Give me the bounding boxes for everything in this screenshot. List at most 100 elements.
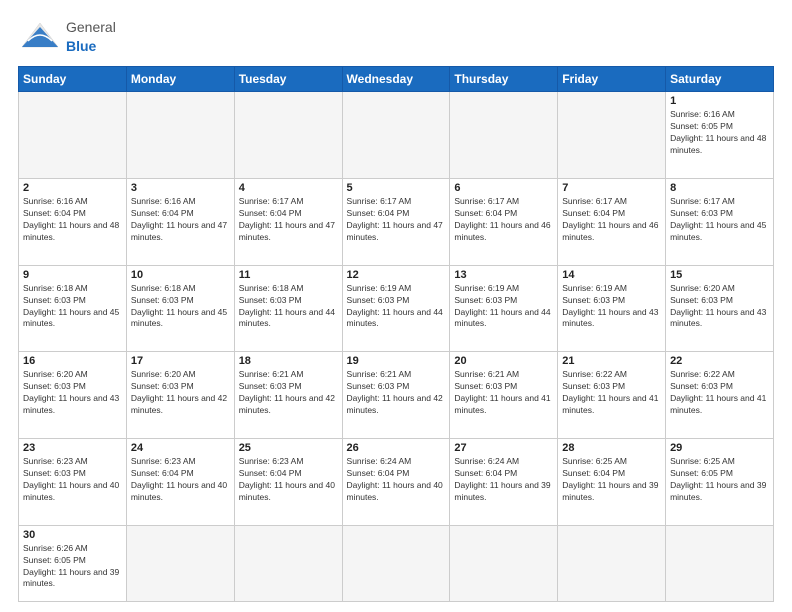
table-cell: 4Sunrise: 6:17 AM Sunset: 6:04 PM Daylig… [234,179,342,266]
day-info: Sunrise: 6:23 AM Sunset: 6:04 PM Dayligh… [131,456,230,504]
table-cell [342,525,450,601]
week-row-1: 1 Sunrise: 6:16 AM Sunset: 6:05 PM Daylig… [19,92,774,179]
day-number: 13 [454,269,553,281]
day-info: Sunrise: 6:20 AM Sunset: 6:03 PM Dayligh… [131,369,230,417]
table-cell: 22Sunrise: 6:22 AM Sunset: 6:03 PM Dayli… [666,352,774,439]
day-number: 23 [23,442,122,454]
table-cell [234,525,342,601]
table-cell: 28Sunrise: 6:25 AM Sunset: 6:04 PM Dayli… [558,439,666,526]
day-number: 7 [562,182,661,194]
table-cell: 8 Sunrise: 6:17 AM Sunset: 6:03 PM Daylig… [666,179,774,266]
week-row-5: 23 Sunrise: 6:23 AM Sunset: 6:03 PM Dayli… [19,439,774,526]
header-tuesday: Tuesday [234,67,342,92]
day-number: 11 [239,269,338,281]
day-number: 12 [347,269,446,281]
day-number: 27 [454,442,553,454]
table-cell: 12 Sunrise: 6:19 AM Sunset: 6:03 PM Dayli… [342,265,450,352]
table-cell [450,92,558,179]
table-cell: 2 Sunrise: 6:16 AM Sunset: 6:04 PM Daylig… [19,179,127,266]
table-cell: 15 Sunrise: 6:20 AM Sunset: 6:03 PM Dayli… [666,265,774,352]
day-number: 24 [131,442,230,454]
day-number: 21 [562,355,661,367]
day-number: 18 [239,355,338,367]
table-cell: 17 Sunrise: 6:20 AM Sunset: 6:03 PM Dayli… [126,352,234,439]
day-number: 16 [23,355,122,367]
table-cell: 27Sunrise: 6:24 AM Sunset: 6:04 PM Dayli… [450,439,558,526]
table-cell [558,92,666,179]
day-number: 17 [131,355,230,367]
week-row-6: 30 Sunrise: 6:26 AM Sunset: 6:05 PM Dayli… [19,525,774,601]
day-number: 28 [562,442,661,454]
table-cell [19,92,127,179]
table-cell: 18Sunrise: 6:21 AM Sunset: 6:03 PM Dayli… [234,352,342,439]
header-wednesday: Wednesday [342,67,450,92]
day-info: Sunrise: 6:18 AM Sunset: 6:03 PM Dayligh… [23,283,122,331]
table-cell: 24 Sunrise: 6:23 AM Sunset: 6:04 PM Dayli… [126,439,234,526]
day-info: Sunrise: 6:19 AM Sunset: 6:03 PM Dayligh… [454,283,553,331]
day-info: Sunrise: 6:22 AM Sunset: 6:03 PM Dayligh… [670,369,769,417]
page: General Blue Sunday Monday Tuesday Wedne… [0,0,792,612]
day-number: 5 [347,182,446,194]
week-row-3: 9 Sunrise: 6:18 AM Sunset: 6:03 PM Daylig… [19,265,774,352]
day-number: 20 [454,355,553,367]
day-info: Sunrise: 6:23 AM Sunset: 6:04 PM Dayligh… [239,456,338,504]
table-cell: 5 Sunrise: 6:17 AM Sunset: 6:04 PM Daylig… [342,179,450,266]
table-cell: 13 Sunrise: 6:19 AM Sunset: 6:03 PM Dayli… [450,265,558,352]
day-info: Sunrise: 6:23 AM Sunset: 6:03 PM Dayligh… [23,456,122,504]
day-number: 25 [239,442,338,454]
day-number: 1 [670,95,769,107]
day-info: Sunrise: 6:20 AM Sunset: 6:03 PM Dayligh… [23,369,122,417]
day-number: 6 [454,182,553,194]
day-number: 10 [131,269,230,281]
day-info: Sunrise: 6:17 AM Sunset: 6:04 PM Dayligh… [562,196,661,244]
day-info: Sunrise: 6:17 AM Sunset: 6:03 PM Dayligh… [670,196,769,244]
day-info: Sunrise: 6:16 AM Sunset: 6:04 PM Dayligh… [23,196,122,244]
day-number: 8 [670,182,769,194]
day-info: Sunrise: 6:16 AM Sunset: 6:04 PM Dayligh… [131,196,230,244]
header: General Blue [18,18,774,56]
header-saturday: Saturday [666,67,774,92]
day-info: Sunrise: 6:17 AM Sunset: 6:04 PM Dayligh… [347,196,446,244]
day-number: 26 [347,442,446,454]
table-cell: 10 Sunrise: 6:18 AM Sunset: 6:03 PM Dayli… [126,265,234,352]
table-cell: 9 Sunrise: 6:18 AM Sunset: 6:03 PM Daylig… [19,265,127,352]
day-number: 3 [131,182,230,194]
header-sunday: Sunday [19,67,127,92]
day-info: Sunrise: 6:22 AM Sunset: 6:03 PM Dayligh… [562,369,661,417]
day-info: Sunrise: 6:21 AM Sunset: 6:03 PM Dayligh… [347,369,446,417]
day-info: Sunrise: 6:21 AM Sunset: 6:03 PM Dayligh… [454,369,553,417]
table-cell: 19 Sunrise: 6:21 AM Sunset: 6:03 PM Dayli… [342,352,450,439]
header-monday: Monday [126,67,234,92]
table-cell: 30 Sunrise: 6:26 AM Sunset: 6:05 PM Dayli… [19,525,127,601]
day-number: 30 [23,529,122,541]
logo: General Blue [18,18,116,56]
table-cell [126,92,234,179]
day-info: Sunrise: 6:18 AM Sunset: 6:03 PM Dayligh… [131,283,230,331]
table-cell: 14 Sunrise: 6:19 AM Sunset: 6:03 PM Dayli… [558,265,666,352]
day-info: Sunrise: 6:18 AM Sunset: 6:03 PM Dayligh… [239,283,338,331]
day-number: 2 [23,182,122,194]
week-row-2: 2 Sunrise: 6:16 AM Sunset: 6:04 PM Daylig… [19,179,774,266]
table-cell [666,525,774,601]
day-info: Sunrise: 6:20 AM Sunset: 6:03 PM Dayligh… [670,283,769,331]
logo-blue: Blue [66,38,96,54]
header-friday: Friday [558,67,666,92]
calendar-table: Sunday Monday Tuesday Wednesday Thursday… [18,66,774,602]
day-info: Sunrise: 6:26 AM Sunset: 6:05 PM Dayligh… [23,543,122,591]
day-info: Sunrise: 6:19 AM Sunset: 6:03 PM Dayligh… [347,283,446,331]
table-cell [450,525,558,601]
day-number: 9 [23,269,122,281]
day-number: 4 [239,182,338,194]
week-row-4: 16 Sunrise: 6:20 AM Sunset: 6:03 PM Dayli… [19,352,774,439]
day-info: Sunrise: 6:16 AM Sunset: 6:05 PM Dayligh… [670,109,769,157]
day-number: 15 [670,269,769,281]
weekday-header-row: Sunday Monday Tuesday Wednesday Thursday… [19,67,774,92]
table-cell: 26 Sunrise: 6:24 AM Sunset: 6:04 PM Dayli… [342,439,450,526]
table-cell: 29Sunrise: 6:25 AM Sunset: 6:05 PM Dayli… [666,439,774,526]
day-number: 14 [562,269,661,281]
day-info: Sunrise: 6:19 AM Sunset: 6:03 PM Dayligh… [562,283,661,331]
day-number: 19 [347,355,446,367]
day-info: Sunrise: 6:24 AM Sunset: 6:04 PM Dayligh… [347,456,446,504]
day-info: Sunrise: 6:17 AM Sunset: 6:04 PM Dayligh… [454,196,553,244]
table-cell: 7 Sunrise: 6:17 AM Sunset: 6:04 PM Daylig… [558,179,666,266]
